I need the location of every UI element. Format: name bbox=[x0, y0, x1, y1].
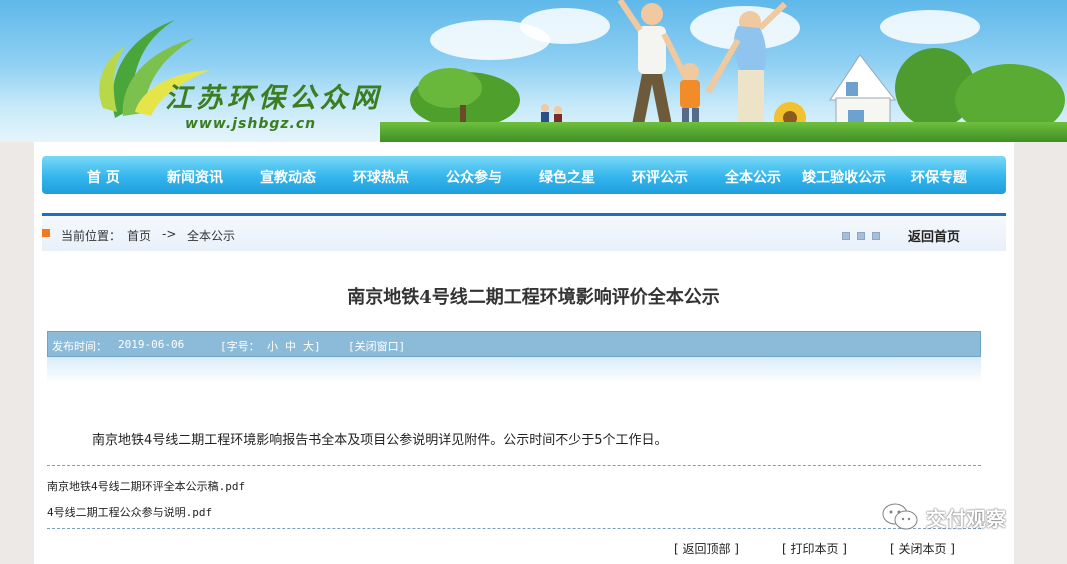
publish-label: 发布时间： bbox=[52, 340, 107, 353]
site-name: 江苏环保公众网 bbox=[165, 83, 382, 114]
meta-fade bbox=[47, 357, 981, 383]
nav-item-home[interactable]: 首 页 bbox=[87, 167, 120, 187]
attachment-link[interactable]: 4号线二期工程公众参与说明.pdf bbox=[47, 504, 212, 520]
divider bbox=[47, 528, 981, 529]
page-dots bbox=[842, 232, 880, 240]
banner-scene-illustration bbox=[410, 0, 1065, 139]
dot-icon bbox=[842, 232, 850, 240]
breadcrumb-current: 全本公示 bbox=[187, 229, 236, 243]
back-home-link[interactable]: 返回首页 bbox=[908, 226, 960, 245]
back-to-top-link[interactable]: [ 返回顶部 ] bbox=[674, 540, 739, 557]
watermark-text: 交付观察 bbox=[926, 506, 1006, 531]
nav-item-full-notice[interactable]: 全本公示 bbox=[725, 167, 781, 187]
watermark: 交付观察 bbox=[880, 502, 1006, 532]
nav-item-education[interactable]: 宣教动态 bbox=[260, 167, 316, 187]
article-title: 南京地铁4号线二期工程环境影响评价全本公示 bbox=[347, 287, 720, 308]
site-url: www.jshbgz.cn bbox=[185, 116, 317, 132]
header-banner: 江苏环保公众网 www.jshbgz.cn bbox=[0, 0, 1067, 142]
attachment-link[interactable]: 南京地铁4号线二期环评全本公示稿.pdf bbox=[47, 478, 245, 494]
font-size-large-button[interactable]: 大] bbox=[303, 338, 321, 354]
divider bbox=[47, 465, 981, 466]
breadcrumb-label: 当前位置： bbox=[61, 229, 122, 243]
publish-date: 2019-06-06 bbox=[118, 338, 185, 351]
breadcrumb: 当前位置： 首页 -> 全本公示 返回首页 bbox=[42, 213, 1006, 251]
close-window-button[interactable]: [关闭窗口] bbox=[348, 338, 405, 354]
nav-item-eia-notice[interactable]: 环评公示 bbox=[632, 167, 688, 187]
dot-icon bbox=[857, 232, 865, 240]
wechat-icon bbox=[882, 503, 918, 530]
nav-item-green-star[interactable]: 绿色之星 bbox=[539, 167, 595, 187]
main-nav: 首 页 新闻资讯 宣教动态 环球热点 公众参与 绿色之星 环评公示 全本公示 竣… bbox=[42, 156, 1006, 194]
font-size-medium-button[interactable]: 中 bbox=[285, 338, 296, 354]
nav-item-global[interactable]: 环球热点 bbox=[353, 167, 409, 187]
bullet-icon bbox=[42, 229, 50, 237]
article-meta-bar: 发布时间： 2019-06-06 [字号： 小 中 大] [关闭窗口] bbox=[47, 331, 981, 357]
breadcrumb-home-link[interactable]: 首页 bbox=[127, 227, 151, 244]
dot-icon bbox=[872, 232, 880, 240]
article-body: 南京地铁4号线二期工程环境影响报告书全本及项目公参说明详见附件。公示时间不少于5… bbox=[92, 433, 668, 448]
grass-strip bbox=[380, 122, 1067, 142]
font-size-label: [字号： bbox=[220, 340, 260, 353]
font-size-small-button[interactable]: 小 bbox=[267, 338, 278, 354]
print-page-link[interactable]: [ 打印本页 ] bbox=[782, 540, 847, 557]
breadcrumb-arrow: -> bbox=[162, 227, 177, 241]
nav-item-acceptance-notice[interactable]: 竣工验收公示 bbox=[802, 167, 886, 187]
nav-item-news[interactable]: 新闻资讯 bbox=[167, 167, 223, 187]
nav-item-participation[interactable]: 公众参与 bbox=[446, 167, 502, 187]
close-page-link[interactable]: [ 关闭本页 ] bbox=[890, 540, 955, 557]
nav-item-topics[interactable]: 环保专题 bbox=[911, 167, 967, 187]
